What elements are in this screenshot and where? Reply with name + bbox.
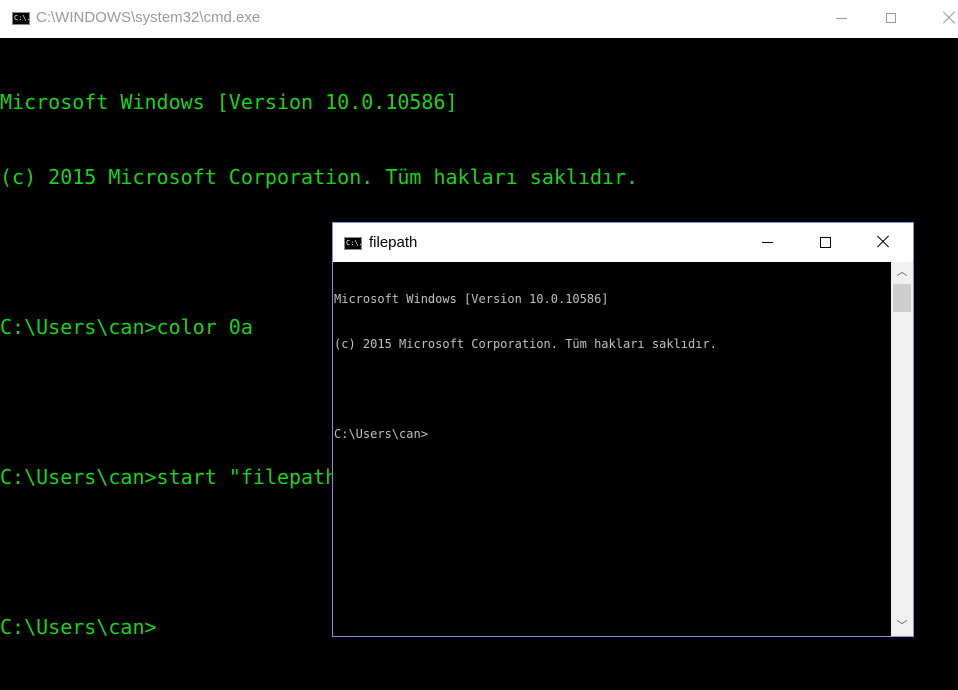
maximize-icon	[820, 237, 831, 248]
console-prompt-line: C:\Users\can>	[334, 427, 428, 441]
minimize-icon	[836, 18, 847, 19]
filepath-cmd-window: C:\. filepath Microsoft Windows [Version…	[332, 222, 914, 637]
main-maximize-button[interactable]	[862, 0, 920, 38]
child-close-button[interactable]	[855, 223, 913, 262]
main-window-title: C:\WINDOWS\system32\cmd.exe	[36, 9, 261, 26]
console-line: Microsoft Windows [Version 10.0.10586]	[334, 292, 609, 306]
child-minimize-button[interactable]	[739, 223, 797, 262]
close-icon	[943, 12, 955, 24]
maximize-icon	[886, 13, 896, 23]
console-line: (c) 2015 Microsoft Corporation. Tüm hakl…	[334, 337, 717, 351]
console-line: Microsoft Windows [Version 10.0.10586]	[0, 90, 458, 114]
console-line: (c) 2015 Microsoft Corporation. Tüm hakl…	[0, 165, 639, 189]
child-window-title: filepath	[369, 234, 418, 251]
child-titlebar[interactable]: C:\. filepath	[333, 223, 913, 262]
child-console-output[interactable]: Microsoft Windows [Version 10.0.10586] (…	[333, 262, 891, 636]
cmd-icon: C:\.	[12, 12, 30, 25]
main-close-button[interactable]	[920, 0, 958, 38]
vertical-scrollbar[interactable]: ︿ ﹀	[891, 262, 913, 636]
child-maximize-button[interactable]	[797, 223, 855, 262]
scroll-thumb[interactable]	[893, 284, 911, 312]
cmd-icon: C:\.	[344, 237, 362, 250]
scroll-up-arrow-icon[interactable]: ︿	[891, 262, 913, 282]
scroll-down-arrow-icon[interactable]: ﹀	[891, 616, 913, 636]
close-icon	[877, 236, 889, 248]
main-titlebar[interactable]: C:\. C:\WINDOWS\system32\cmd.exe	[0, 0, 958, 38]
minimize-icon	[762, 242, 773, 243]
